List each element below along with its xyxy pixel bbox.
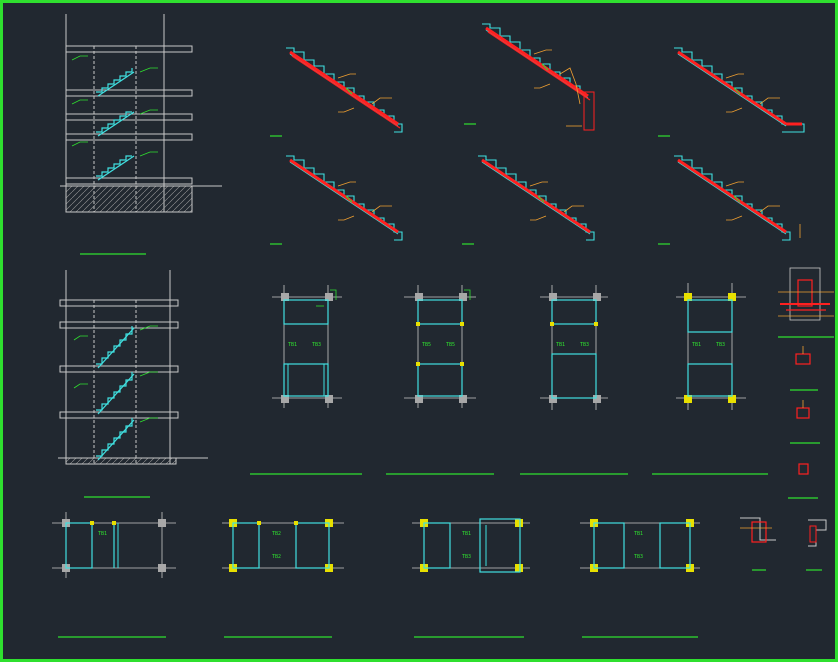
stair-plan-4: TB1 TB3 bbox=[652, 283, 768, 475]
stair-plan-7: TB1 TB3 bbox=[412, 518, 530, 638]
plan-6-label-a: TB2 bbox=[272, 531, 281, 537]
plan-7-label-b: TB3 bbox=[462, 554, 471, 560]
stair-plan-5: TB1 bbox=[52, 512, 176, 638]
cad-drawing-canvas: TB1 TB3 TB5 TB5 TB1 TB3 TB1 TB3 TB1 TB2 … bbox=[52, 14, 834, 638]
stair-plan-1: TB1 TB3 bbox=[250, 285, 362, 475]
beam-section-details bbox=[740, 267, 834, 571]
plan-1-label-a: TB1 bbox=[288, 342, 297, 348]
plan-4-label-a: TB1 bbox=[692, 342, 701, 348]
plan-5-label-a: TB1 bbox=[98, 531, 107, 537]
stair-flight-detail-4 bbox=[270, 155, 403, 245]
stair-flight-detail-6 bbox=[658, 155, 801, 245]
stair-flight-detail-3 bbox=[658, 47, 805, 137]
plan-2-label-b: TB5 bbox=[446, 342, 455, 348]
stair-plan-8: TB1 TB3 bbox=[580, 519, 700, 638]
plan-6-label-b: TB2 bbox=[272, 554, 281, 560]
plan-3-label-a: TB1 bbox=[556, 342, 565, 348]
stair-flight-detail-5 bbox=[462, 155, 595, 245]
stair-flight-detail-1 bbox=[270, 47, 403, 137]
stair-plan-6: TB2 TB2 bbox=[222, 519, 344, 638]
plan-8-label-a: TB1 bbox=[634, 531, 643, 537]
stair-section-upper bbox=[60, 14, 222, 213]
plan-3-label-b: TB3 bbox=[580, 342, 589, 348]
annotations-upper-section bbox=[71, 55, 158, 255]
plan-7-label-a: TB1 bbox=[462, 531, 471, 537]
plan-4-label-b: TB3 bbox=[716, 342, 725, 348]
stair-section-lower bbox=[58, 270, 208, 465]
stair-plan-3: TB1 TB3 bbox=[520, 285, 628, 475]
plan-8-label-b: TB3 bbox=[634, 554, 643, 560]
plan-2-label-a: TB5 bbox=[422, 342, 431, 348]
plan-1-label-b: TB3 bbox=[312, 342, 321, 348]
stair-plan-2: TB5 TB5 bbox=[386, 285, 494, 475]
stair-flights-upper bbox=[96, 68, 135, 181]
stair-flight-detail-2 bbox=[464, 23, 595, 131]
stair-flights-lower bbox=[96, 326, 135, 461]
